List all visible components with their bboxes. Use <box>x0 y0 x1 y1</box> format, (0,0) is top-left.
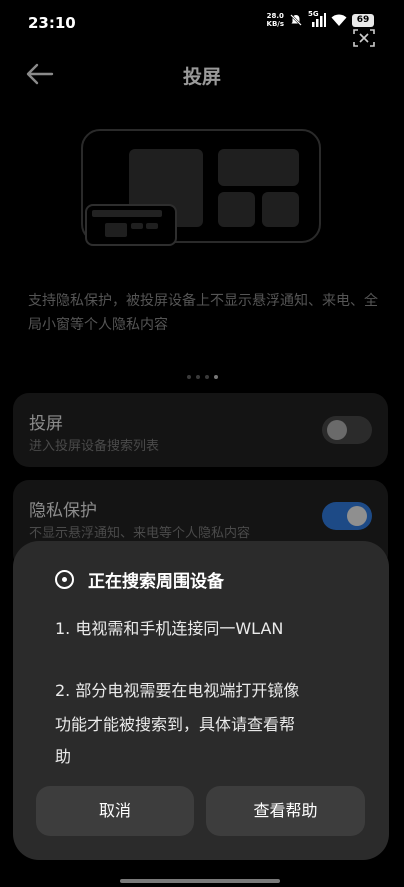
screen-cast-toggle[interactable] <box>322 416 372 444</box>
feature-description: 支持隐私保护，被投屏设备上不显示悬浮通知、来电、全局小窗等个人隐私内容 <box>28 293 378 333</box>
status-icons: 28.0 KB/s 5G 69 <box>267 10 374 28</box>
dialog-tip-2-line-3: 助 <box>55 747 72 766</box>
cancel-button[interactable]: 取消 <box>36 786 194 836</box>
view-help-button[interactable]: 查看帮助 <box>206 786 365 836</box>
status-bar: 23:10 28.0 KB/s 5G 69 <box>0 0 404 48</box>
setting-subtitle: 不显示悬浮通知、来电等个人隐私内容 <box>29 526 251 541</box>
wifi-icon <box>331 14 347 26</box>
status-time: 23:10 <box>28 14 76 32</box>
pager-dots <box>0 375 404 379</box>
app-header: 投屏 <box>0 52 404 96</box>
mute-bell-icon <box>290 14 302 26</box>
pager-dot <box>204 375 209 379</box>
battery-icon: 69 <box>352 13 374 27</box>
searching-devices-dialog: 正在搜索周围设备 1. 电视需和手机连接同一WLAN 2. 部分电视需要在电视端… <box>13 541 389 860</box>
toggle-knob <box>347 506 367 526</box>
dialog-title: 正在搜索周围设备 <box>88 572 224 592</box>
toggle-knob <box>327 420 347 440</box>
page-title: 投屏 <box>182 66 221 88</box>
pager-dot <box>195 375 200 379</box>
screen-capture-icon[interactable] <box>352 28 376 48</box>
dialog-tip-1: 1. 电视需和手机连接同一WLAN <box>55 619 284 638</box>
network-speed: 28.0 KB/s <box>267 12 284 28</box>
loading-spinner-icon <box>55 570 74 589</box>
cellular-signal-icon: 5G <box>308 10 326 27</box>
dialog-header: 正在搜索周围设备 <box>55 567 224 592</box>
setting-subtitle: 进入投屏设备搜索列表 <box>29 439 160 454</box>
home-indicator[interactable] <box>120 879 280 883</box>
dialog-tip-2-line-2: 功能才能被搜索到，具体请查看帮 <box>55 715 296 734</box>
network-speed-unit: KB/s <box>266 20 284 28</box>
pager-dot <box>186 375 191 379</box>
setting-title: 隐私保护 <box>29 501 97 521</box>
screen-cast-illustration <box>81 129 321 246</box>
pager-dot-active <box>213 375 218 379</box>
setting-screen-cast[interactable]: 投屏 进入投屏设备搜索列表 <box>13 393 388 467</box>
network-speed-value: 28.0 <box>266 12 284 20</box>
setting-title: 投屏 <box>29 414 63 434</box>
privacy-protection-toggle[interactable] <box>322 502 372 530</box>
dialog-tip-2-line-1: 2. 部分电视需要在电视端打开镜像 <box>55 681 300 700</box>
